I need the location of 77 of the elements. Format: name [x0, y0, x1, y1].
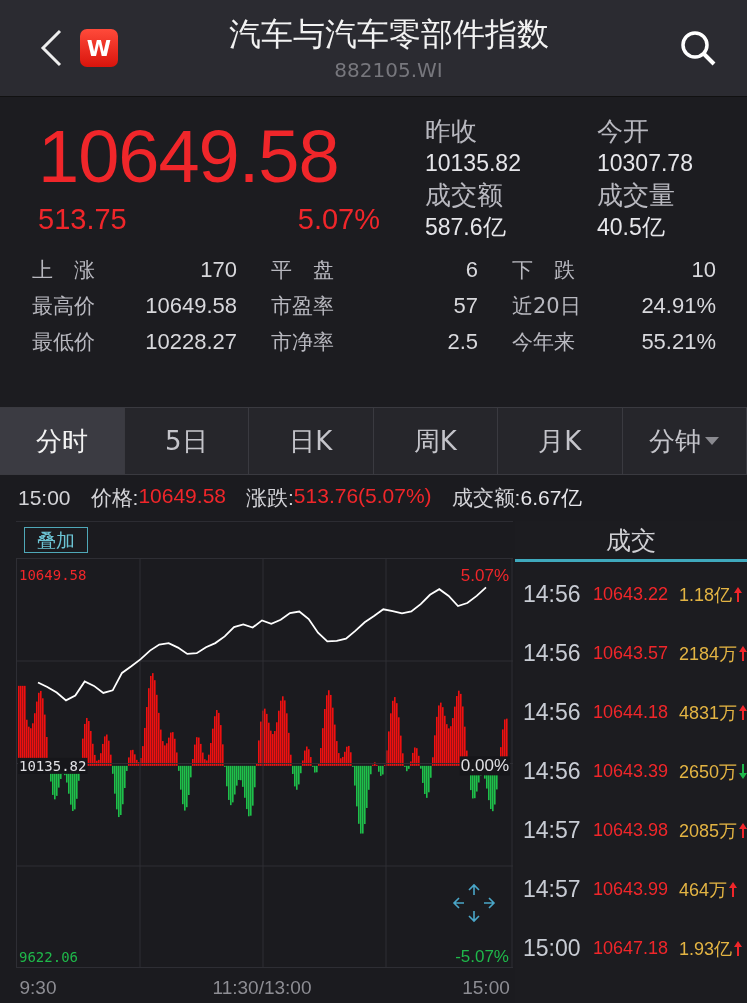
- index-code: 882105.WI: [334, 58, 443, 82]
- trade-time: 14:56: [523, 699, 582, 726]
- trade-time: 14:56: [523, 758, 582, 785]
- trade-amount: 2650万: [679, 760, 738, 784]
- stat-label: 平 盘: [271, 257, 334, 284]
- stat-label: 下 跌: [512, 257, 575, 284]
- chart-tab[interactable]: 周K: [373, 408, 498, 474]
- field-label: 昨收: [425, 115, 478, 147]
- stat-value: 10228.27: [145, 328, 237, 356]
- stat-label: 市盈率: [271, 293, 334, 320]
- trade-price: 10643.98: [593, 820, 670, 841]
- trade-price: 10643.99: [593, 879, 670, 900]
- trade-time: 14:57: [523, 817, 582, 844]
- chart-tab[interactable]: 5日: [124, 408, 249, 474]
- stat-label: 市净率: [271, 329, 334, 356]
- trade-amount: 2184万: [679, 642, 738, 666]
- trade-price: 10643.57: [593, 643, 670, 664]
- app-logo: W: [80, 29, 118, 67]
- field-value: 40.5亿: [597, 213, 666, 241]
- trade-time: 14:56: [523, 581, 582, 608]
- percent-axis-label: 0.00%: [460, 756, 509, 776]
- trade-price: 10647.18: [593, 938, 670, 959]
- trade-price: 10643.39: [593, 761, 670, 782]
- index-price: 10649.58: [38, 115, 340, 199]
- stat-value: 10: [691, 256, 716, 284]
- chart-tab[interactable]: 月K: [498, 408, 623, 474]
- overlay-button[interactable]: 叠加: [24, 527, 88, 553]
- stat-value: 55.21%: [641, 328, 716, 356]
- chart-tab[interactable]: 分钟: [622, 408, 747, 474]
- x-axis-label: 15:00: [462, 977, 510, 998]
- chart-tab[interactable]: 日K: [249, 408, 374, 474]
- stat-label: 最高价: [32, 293, 95, 320]
- field-value: 10135.82: [425, 149, 522, 177]
- stat-value: 24.91%: [641, 292, 716, 320]
- info-label: 成交额:: [451, 485, 521, 511]
- stat-value: 6: [465, 256, 478, 284]
- index-title: 汽车与汽车零部件指数: [228, 14, 549, 54]
- trade-amount: 1.93亿: [679, 937, 733, 961]
- y-axis-label: 10135.82: [19, 757, 87, 774]
- trade-amount: 4831万: [679, 701, 738, 725]
- x-axis-label: 9:30: [19, 977, 57, 998]
- info-value: 6.67亿: [520, 485, 583, 511]
- field-label: 今开: [597, 115, 650, 147]
- field-value: 10307.78: [597, 149, 694, 177]
- trade-price: 10643.22: [593, 584, 670, 605]
- chart-tab[interactable]: 分时: [0, 408, 125, 474]
- trade-time: 14:57: [523, 876, 582, 903]
- stat-value: 2.5: [447, 328, 478, 356]
- trade-price: 10644.18: [593, 702, 670, 723]
- field-value: 587.6亿: [425, 213, 507, 241]
- stat-value: 10649.58: [145, 292, 237, 320]
- info-label: 价格:: [90, 485, 139, 511]
- info-label: 涨跌:: [246, 485, 294, 511]
- stat-value: 57: [453, 292, 478, 320]
- info-time: 15:00: [18, 486, 71, 510]
- field-label: 成交量: [597, 179, 676, 211]
- trade-amount: 464万: [679, 878, 728, 902]
- trade-time: 15:00: [523, 935, 582, 962]
- stat-value: 170: [200, 256, 237, 284]
- stat-label: 最低价: [32, 329, 95, 356]
- y-axis-label: 10649.58: [19, 566, 87, 583]
- y-axis-label: 9622.06: [19, 948, 78, 965]
- change-value: 513.75: [38, 203, 127, 236]
- trade-amount: 2085万: [679, 819, 738, 843]
- stat-label: 今年来: [512, 329, 575, 356]
- info-value: 513.76(5.07%): [293, 484, 432, 509]
- stat-label: 近20日: [512, 293, 581, 320]
- trade-amount: 1.18亿: [679, 583, 733, 607]
- trades-header: 成交: [515, 521, 747, 562]
- info-value: 10649.58: [138, 484, 226, 509]
- trade-time: 14:56: [523, 640, 582, 667]
- x-axis-label: 11:30/13:00: [212, 977, 312, 998]
- change-percent: 5.07%: [297, 203, 380, 236]
- percent-axis-label: 5.07%: [460, 565, 509, 585]
- percent-axis-label: -5.07%: [455, 946, 509, 966]
- stat-label: 上 涨: [32, 257, 95, 284]
- field-label: 成交额: [425, 179, 504, 211]
